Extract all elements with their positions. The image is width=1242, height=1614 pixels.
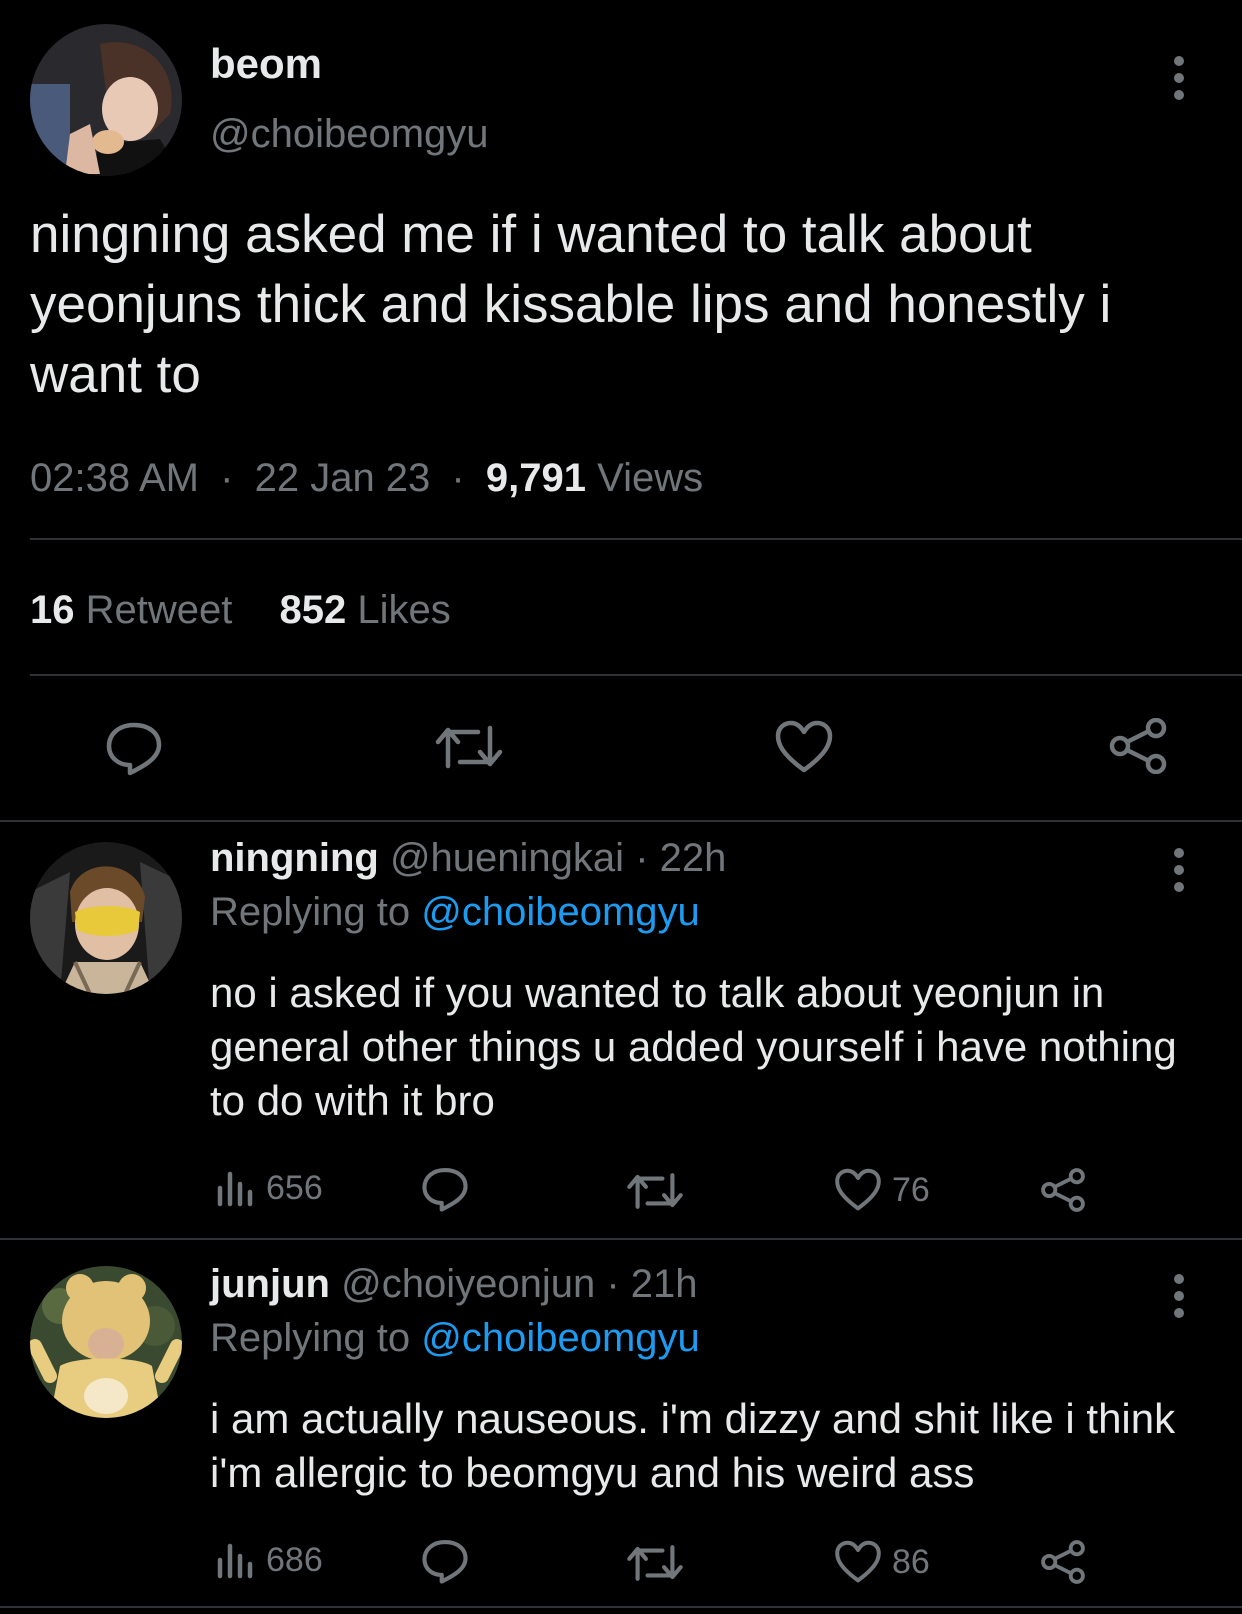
handle[interactable]: @hueningkai bbox=[390, 836, 624, 880]
reply-icon[interactable] bbox=[420, 1166, 470, 1212]
retweets-count: 16 bbox=[30, 588, 75, 632]
tweet-time: 02:38 AM bbox=[30, 456, 200, 500]
views-count: 656 bbox=[266, 1168, 323, 1207]
retweets-link[interactable]: 16 Retweet bbox=[30, 588, 244, 632]
heart-icon bbox=[835, 1168, 881, 1211]
avatar-ningning[interactable] bbox=[30, 842, 182, 994]
reply-text: i am actually nauseous. i'm dizzy and sh… bbox=[210, 1395, 1176, 1496]
avatar-junjun[interactable] bbox=[30, 1266, 182, 1418]
avatar-beom[interactable] bbox=[30, 24, 182, 176]
retweet-icon[interactable] bbox=[626, 1170, 684, 1212]
replying-to-handle[interactable]: @choibeomgyu bbox=[421, 1316, 700, 1360]
reply-icon[interactable] bbox=[104, 720, 164, 776]
divider bbox=[0, 820, 1242, 822]
likes-count: 852 bbox=[279, 588, 347, 632]
share-icon[interactable] bbox=[1040, 1540, 1086, 1584]
replying-prefix: Replying to bbox=[210, 890, 411, 934]
tweet-meta: 02:38 AM · 22 Jan 23 · 9,791 Views bbox=[30, 456, 703, 501]
divider bbox=[30, 674, 1242, 676]
replying-to: Replying to @choibeomgyu bbox=[210, 1316, 700, 1361]
handle[interactable]: @choibeomgyu bbox=[210, 112, 489, 157]
replying-to-handle[interactable]: @choibeomgyu bbox=[421, 890, 700, 934]
reply-header: ningning @hueningkai · 22h bbox=[210, 836, 726, 881]
share-icon[interactable] bbox=[1108, 718, 1168, 774]
likes-count: 76 bbox=[892, 1170, 930, 1209]
likes-count: 86 bbox=[892, 1542, 930, 1581]
more-options-icon[interactable] bbox=[1172, 56, 1186, 100]
reply-text: no i asked if you wanted to talk about y… bbox=[210, 969, 1177, 1124]
views-label: Views bbox=[597, 456, 704, 500]
bar-chart-icon bbox=[217, 1543, 253, 1579]
like-stat[interactable]: 86 bbox=[834, 1540, 930, 1584]
like-stat[interactable]: 76 bbox=[834, 1168, 930, 1212]
reply-header: junjun @choiyeonjun · 21h bbox=[210, 1262, 698, 1307]
heart-icon bbox=[835, 1540, 881, 1583]
views-stat[interactable]: 686 bbox=[216, 1540, 323, 1580]
engagement-counts: 16 Retweet 852 Likes bbox=[30, 588, 451, 633]
reply-time[interactable]: · 22h bbox=[635, 836, 726, 880]
display-name[interactable]: junjun bbox=[210, 1262, 330, 1306]
divider bbox=[0, 1238, 1242, 1240]
separator-dot: · bbox=[451, 456, 465, 500]
likes-label: Likes bbox=[357, 588, 451, 632]
tweet-date: 22 Jan 23 bbox=[254, 456, 431, 500]
views-stat[interactable]: 656 bbox=[216, 1168, 323, 1208]
views-count: 686 bbox=[266, 1540, 323, 1579]
replying-prefix: Replying to bbox=[210, 1316, 411, 1360]
display-name[interactable]: beom bbox=[210, 40, 322, 88]
retweet-icon[interactable] bbox=[626, 1542, 684, 1584]
likes-link[interactable]: 852 Likes bbox=[280, 588, 451, 632]
tweet-text: ningning asked me if i wanted to talk ab… bbox=[30, 205, 1112, 404]
share-icon[interactable] bbox=[1040, 1168, 1086, 1212]
more-options-icon[interactable] bbox=[1172, 848, 1186, 892]
display-name[interactable]: ningning bbox=[210, 836, 379, 880]
retweets-label: Retweet bbox=[85, 588, 233, 632]
retweet-icon[interactable] bbox=[434, 722, 504, 772]
like-icon[interactable] bbox=[774, 720, 834, 774]
bar-chart-icon bbox=[217, 1171, 253, 1207]
views-count: 9,791 bbox=[485, 456, 586, 500]
divider bbox=[30, 538, 1242, 540]
handle[interactable]: @choiyeonjun bbox=[341, 1262, 595, 1306]
more-options-icon[interactable] bbox=[1172, 1274, 1186, 1318]
replying-to: Replying to @choibeomgyu bbox=[210, 890, 700, 935]
reply-icon[interactable] bbox=[420, 1538, 470, 1584]
reply-time[interactable]: · 21h bbox=[606, 1262, 697, 1306]
separator-dot: · bbox=[220, 456, 234, 500]
divider bbox=[0, 1606, 1242, 1608]
